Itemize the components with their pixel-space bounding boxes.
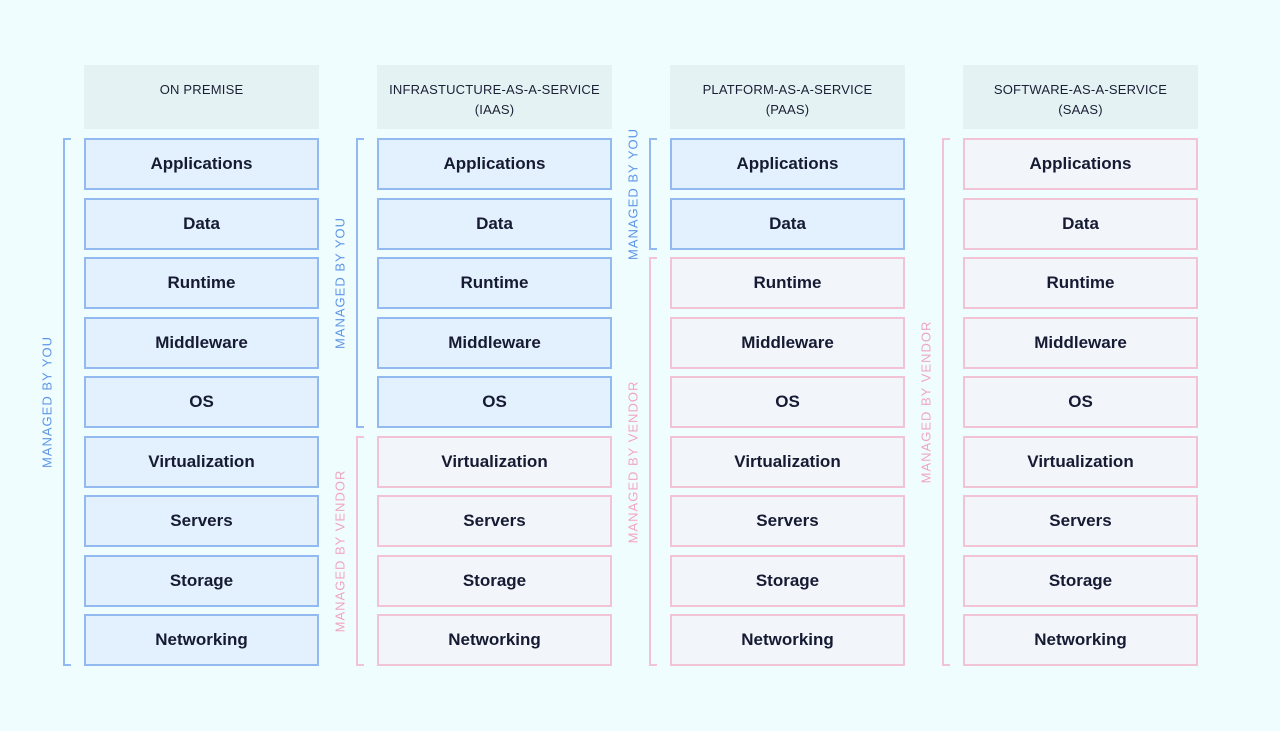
column-header: ON PREMISE: [84, 65, 319, 129]
layer-virtualization: Virtualization: [963, 435, 1198, 488]
label-managed-by-you: MANAGED BY YOU: [332, 217, 348, 349]
column-subtitle: (SAAS): [1058, 102, 1103, 117]
layer-data: Data: [377, 197, 612, 250]
layer-os: OS: [84, 376, 319, 428]
layer-networking: Networking: [963, 614, 1198, 666]
layer-applications: Applications: [84, 138, 319, 190]
layer-applications: Applications: [963, 138, 1198, 190]
column-header: INFRASTUCTURE-AS-A-SERVICE (IAAS): [377, 65, 612, 129]
bracket-managed-by-vendor: [942, 138, 950, 666]
bracket-managed-by-vendor: [649, 257, 657, 666]
bracket-managed-by-vendor: [356, 435, 364, 666]
bracket-managed-by-you: [356, 138, 364, 428]
layer-storage: Storage: [377, 554, 612, 607]
layer-os: OS: [963, 376, 1198, 428]
layer-middleware: Middleware: [963, 316, 1198, 369]
layer-servers: Servers: [377, 495, 612, 547]
column-title: ON PREMISE: [159, 82, 244, 97]
column-title: SOFTWARE-AS-A-SERVICE: [993, 82, 1168, 97]
layer-servers: Servers: [963, 495, 1198, 547]
column-title: PLATFORM-AS-A-SERVICE: [702, 82, 873, 97]
column-header: PLATFORM-AS-A-SERVICE (PAAS): [670, 65, 905, 129]
layer-storage: Storage: [963, 554, 1198, 607]
bracket-managed-by-you: [649, 138, 657, 250]
column-subtitle: (IAAS): [474, 102, 515, 117]
column-title: INFRASTUCTURE-AS-A-SERVICE: [389, 82, 600, 97]
bracket-managed-by-you: [63, 138, 71, 666]
layer-servers: Servers: [670, 495, 905, 547]
layer-applications: Applications: [377, 138, 612, 190]
layer-runtime: Runtime: [377, 257, 612, 309]
layer-storage: Storage: [670, 554, 905, 607]
layer-runtime: Runtime: [963, 257, 1198, 309]
label-managed-by-vendor: MANAGED BY VENDOR: [625, 380, 641, 543]
layer-networking: Networking: [377, 614, 612, 666]
label-managed-by-vendor: MANAGED BY VENDOR: [332, 469, 348, 633]
layer-middleware: Middleware: [377, 316, 612, 369]
layer-virtualization: Virtualization: [84, 435, 319, 488]
label-managed-by-vendor: MANAGED BY VENDOR: [918, 320, 934, 484]
column-header: SOFTWARE-AS-A-SERVICE (SAAS): [963, 65, 1198, 129]
layer-middleware: Middleware: [84, 316, 319, 369]
label-managed-by-you: MANAGED BY YOU: [39, 336, 55, 468]
layer-runtime: Runtime: [84, 257, 319, 309]
layer-data: Data: [963, 197, 1198, 250]
layer-networking: Networking: [84, 614, 319, 666]
layer-runtime: Runtime: [670, 257, 905, 309]
layer-middleware: Middleware: [670, 316, 905, 369]
layer-storage: Storage: [84, 554, 319, 607]
label-managed-by-you: MANAGED BY YOU: [625, 127, 641, 260]
layer-applications: Applications: [670, 138, 905, 190]
layer-networking: Networking: [670, 614, 905, 666]
layer-data: Data: [84, 197, 319, 250]
layer-virtualization: Virtualization: [670, 435, 905, 488]
layer-os: OS: [670, 376, 905, 428]
layer-servers: Servers: [84, 495, 319, 547]
layer-virtualization: Virtualization: [377, 435, 612, 488]
layer-os: OS: [377, 376, 612, 428]
column-subtitle: (PAAS): [765, 102, 810, 117]
layer-data: Data: [670, 197, 905, 250]
